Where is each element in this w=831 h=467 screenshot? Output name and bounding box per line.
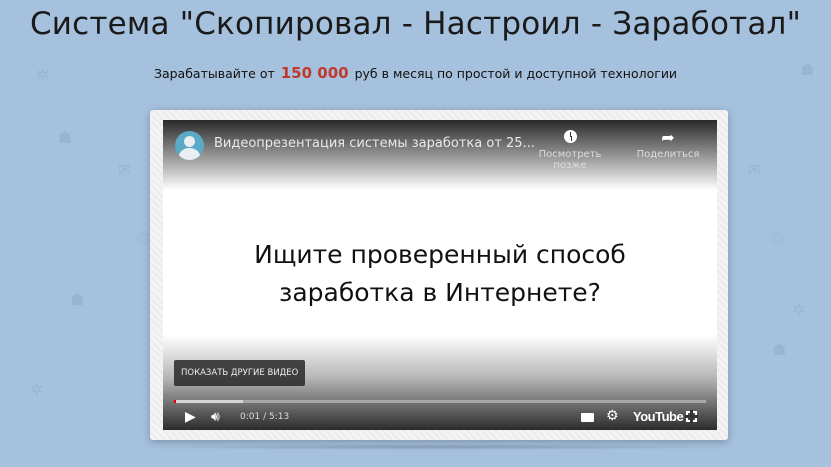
time-display: 0:01 / 5:13 <box>240 412 290 422</box>
video-title-link[interactable]: Видеопрезентация системы заработка от 25… <box>214 136 535 151</box>
subtitle-suffix: руб в месяц по простой и доступной техно… <box>354 66 678 81</box>
page-subtitle: Зарабатывайте от 150 000 руб в месяц по … <box>0 64 831 82</box>
video-slide-text: Ищите проверенный способ заработка в Инт… <box>163 236 717 312</box>
share-label: Поделиться <box>636 149 700 160</box>
watch-later-button[interactable]: Посмотреть позже <box>525 128 615 171</box>
page-title: Система "Скопировал - Настроил - Заработ… <box>29 6 802 42</box>
subtitles-icon[interactable] <box>581 413 594 422</box>
play-icon[interactable]: ▶ <box>185 409 196 425</box>
clock-icon <box>525 128 615 146</box>
youtube-logo[interactable]: YouTube <box>633 409 684 424</box>
background-icon: ☗ <box>58 128 73 147</box>
more-videos-button[interactable]: ПОКАЗАТЬ ДРУГИЕ ВИДЕО <box>174 360 306 386</box>
slide-line-2: заработка в Интернете? <box>279 278 601 307</box>
subtitle-amount: 150 000 <box>280 64 349 82</box>
slide-line-1: Ищите проверенный способ <box>254 240 626 269</box>
progress-played <box>174 400 177 403</box>
share-button[interactable]: ➦ Поделиться <box>623 128 713 160</box>
background-icon: ✲ <box>792 300 806 319</box>
progress-loaded <box>174 400 244 403</box>
subtitle-prefix: Зарабатывайте от <box>153 66 275 81</box>
volume-icon[interactable]: 🔊︎ <box>211 409 220 425</box>
channel-avatar[interactable] <box>175 131 204 160</box>
background-icon: ✉ <box>748 160 762 179</box>
watch-later-label: Посмотреть позже <box>538 149 602 171</box>
share-icon: ➦ <box>661 128 675 147</box>
background-icon: ✉ <box>118 160 132 179</box>
player-controls: ▶ 🔊︎ 0:01 / 5:13 ⚙ YouTube <box>163 406 717 430</box>
progress-bar[interactable] <box>174 400 706 403</box>
background-icon: ◎ <box>770 228 784 247</box>
background-icon: ☗ <box>70 290 85 309</box>
background-icon: ◎ <box>136 228 150 247</box>
gear-icon[interactable]: ⚙ <box>606 408 619 424</box>
background-icon: ✲ <box>30 380 44 399</box>
background-icon: ☗ <box>772 340 787 359</box>
frame-shadow <box>145 444 733 450</box>
fullscreen-icon[interactable] <box>685 410 698 423</box>
video-player[interactable]: Ищите проверенный способ заработка в Инт… <box>163 120 717 430</box>
